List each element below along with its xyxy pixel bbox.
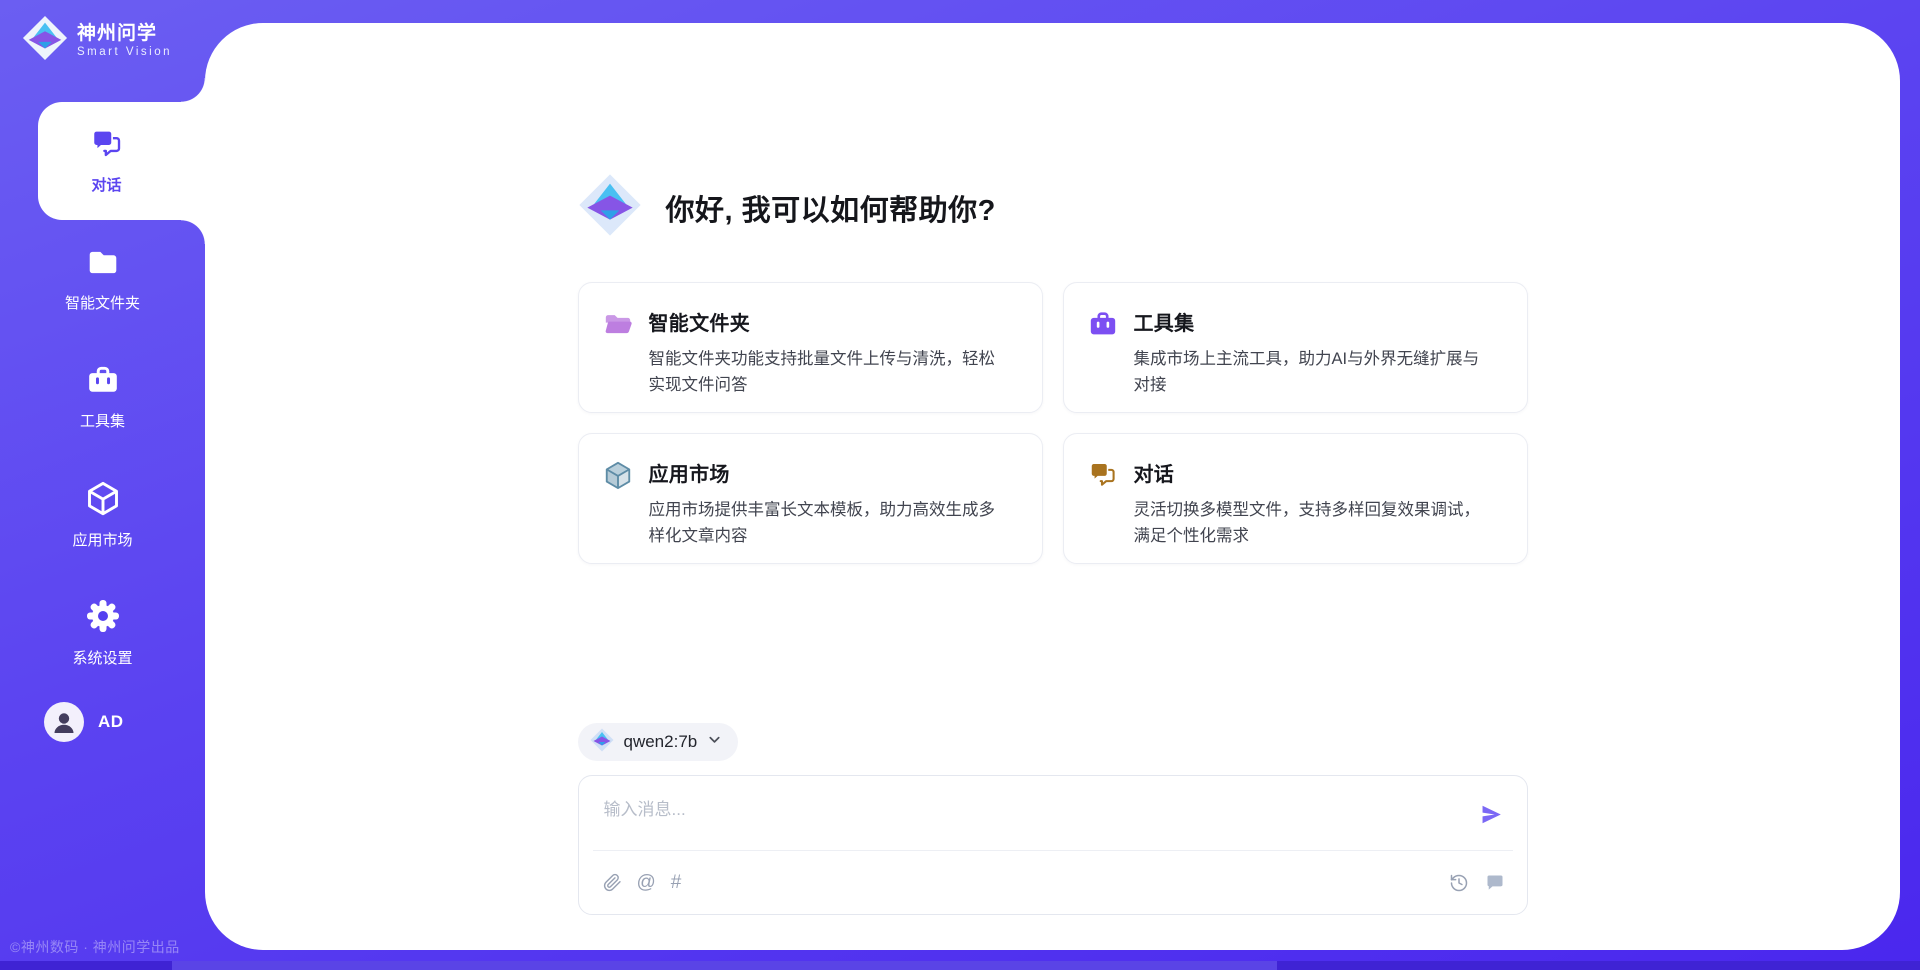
card-chat[interactable]: 对话 灵活切换多模型文件，支持多样回复效果调试， 满足个性化需求 (1063, 433, 1528, 564)
sidebar-item-label: 对话 (91, 174, 121, 195)
avatar (44, 702, 84, 742)
app-root: 神州问学 Smart Vision 对话 (0, 0, 1920, 970)
sidebar-item-smart-folder[interactable]: 智能文件夹 (0, 220, 205, 338)
chat-icon (1088, 460, 1118, 490)
model-name: qwen2:7b (624, 732, 698, 752)
briefcase-icon (86, 363, 120, 401)
card-title: 智能文件夹 (649, 307, 996, 336)
composer-right-icons (1449, 873, 1505, 893)
composer-input-row (579, 776, 1527, 850)
cube-grid-icon (603, 460, 633, 490)
history-icon (1449, 873, 1469, 893)
brand-diamond-icon (22, 15, 68, 66)
user-initials: AD (98, 712, 124, 732)
attach-file-button[interactable] (603, 873, 622, 892)
open-folder-icon (603, 309, 633, 339)
briefcase-icon (1088, 309, 1118, 339)
hash-tag-button[interactable]: # (671, 873, 682, 892)
card-smart-folder[interactable]: 智能文件夹 智能文件夹功能支持批量文件上传与清洗，轻松 实现文件问答 (578, 282, 1043, 413)
main-content: 你好, 我可以如何帮助你? 智能文件夹 智能文件夹功能支持批量文件上传与清洗，轻… (578, 23, 1528, 915)
card-description: 智能文件夹功能支持批量文件上传与清洗，轻松 实现文件问答 (649, 346, 996, 399)
card-toolset[interactable]: 工具集 集成市场上主流工具，助力AI与外界无缝扩展与 对接 (1063, 282, 1528, 413)
greeting-text: 你好, 我可以如何帮助你? (666, 187, 996, 229)
card-description: 灵活切换多模型文件，支持多样回复效果调试， 满足个性化需求 (1134, 497, 1481, 550)
message-input[interactable] (604, 776, 1479, 850)
send-button[interactable] (1479, 802, 1505, 828)
sidebar: 神州问学 Smart Vision 对话 (0, 0, 205, 970)
sidebar-nav: 对话 智能文件夹 (0, 102, 205, 692)
card-title: 对话 (1134, 458, 1481, 487)
cube-icon (85, 480, 121, 520)
send-icon (1479, 802, 1504, 827)
greeting-diamond-icon (578, 173, 642, 242)
history-button[interactable] (1449, 873, 1469, 893)
sidebar-item-label: 应用市场 (72, 529, 132, 550)
sidebar-item-app-market[interactable]: 应用市场 (0, 456, 205, 574)
composer-toolbar: @ # (579, 851, 1527, 914)
folder-icon (86, 245, 120, 283)
message-composer: @ # (578, 775, 1528, 915)
sidebar-item-toolset[interactable]: 工具集 (0, 338, 205, 456)
model-selector[interactable]: qwen2:7b (578, 723, 739, 761)
feature-cards: 智能文件夹 智能文件夹功能支持批量文件上传与清洗，轻松 实现文件问答 (578, 282, 1528, 564)
card-title: 工具集 (1134, 307, 1480, 336)
sidebar-item-label: 智能文件夹 (65, 292, 140, 313)
main-panel: 你好, 我可以如何帮助你? 智能文件夹 智能文件夹功能支持批量文件上传与清洗，轻… (205, 23, 1900, 950)
card-description: 集成市场上主流工具，助力AI与外界无缝扩展与 对接 (1134, 346, 1480, 399)
chat-icon (90, 127, 124, 165)
sidebar-item-settings[interactable]: 系统设置 (0, 574, 205, 692)
model-diamond-icon (590, 728, 614, 757)
at-mention-button[interactable]: @ (637, 873, 656, 892)
gear-icon (85, 598, 121, 638)
card-app-market[interactable]: 应用市场 应用市场提供丰富长文本模板，助力高效生成多 样化文章内容 (578, 433, 1043, 564)
greeting-block: 你好, 我可以如何帮助你? (578, 173, 1528, 242)
chevron-down-icon (707, 732, 722, 752)
sidebar-item-label: 工具集 (80, 410, 125, 431)
sidebar-item-chat[interactable]: 对话 (38, 102, 205, 220)
brand-subtitle: Smart Vision (77, 46, 172, 58)
sidebar-item-label: 系统设置 (72, 647, 132, 668)
copyright-footer: ©神州数码 · 神州问学出品 (10, 937, 180, 957)
card-title: 应用市场 (649, 458, 996, 487)
message-history-button[interactable] (1485, 873, 1505, 893)
horizontal-scrollbar[interactable] (0, 961, 1920, 970)
paperclip-icon (603, 873, 622, 892)
brand-logo: 神州问学 Smart Vision (22, 15, 172, 66)
scrollbar-thumb[interactable] (172, 961, 1277, 970)
brand-name: 神州问学 (77, 23, 172, 45)
user-profile[interactable]: AD (44, 702, 124, 742)
message-icon (1485, 873, 1505, 893)
card-description: 应用市场提供丰富长文本模板，助力高效生成多 样化文章内容 (649, 497, 996, 550)
